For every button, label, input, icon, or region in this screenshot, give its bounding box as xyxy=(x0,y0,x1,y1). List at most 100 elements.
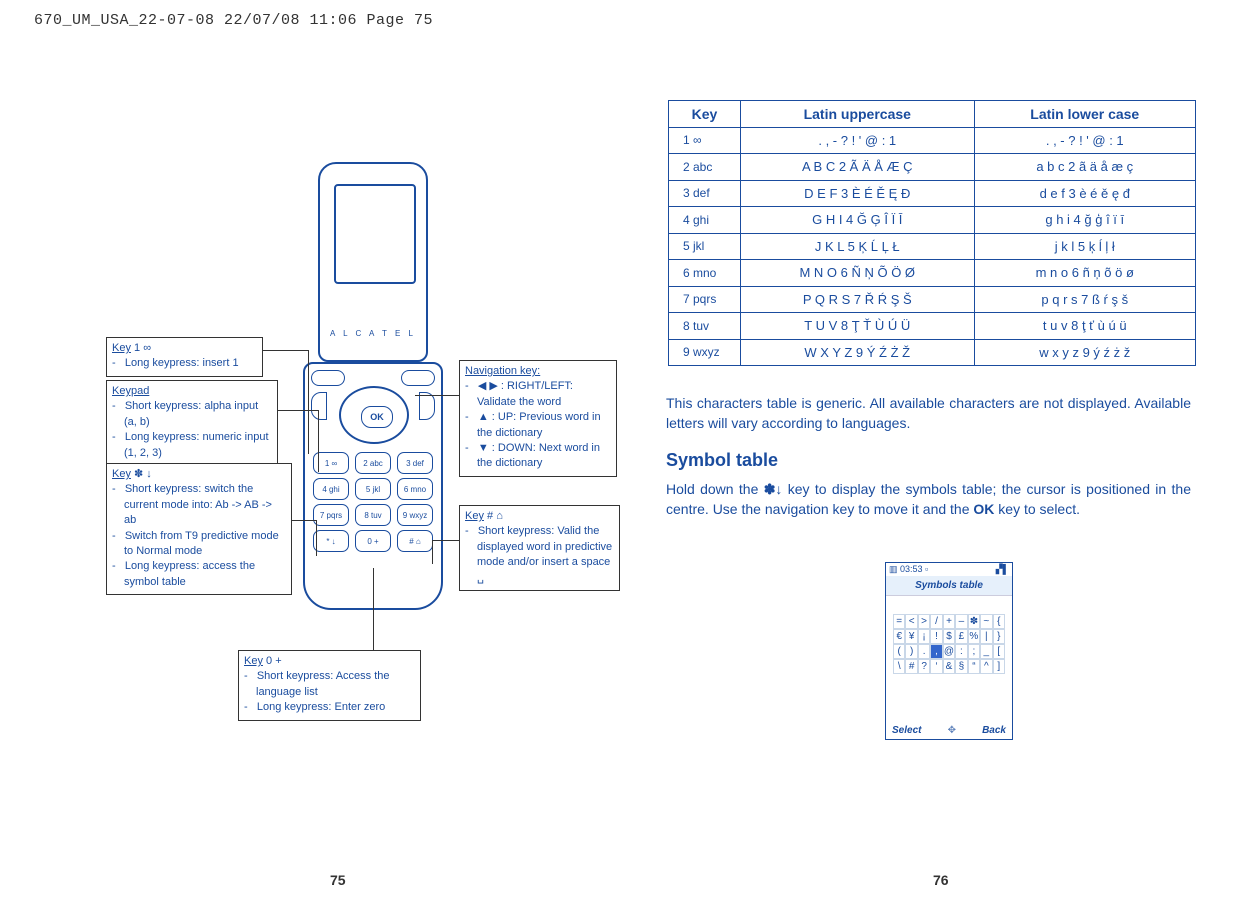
symbol-cell: . xyxy=(918,644,930,659)
leader-line xyxy=(278,410,318,411)
th-key: Key xyxy=(669,101,741,128)
symbol-cell: # xyxy=(905,659,917,674)
ok-key-icon: OK xyxy=(973,501,994,517)
key-star: * ↓ xyxy=(313,530,349,552)
page-75: A L C A T E L 1 ∞ 2 abc 3 def 4 ghi 5 jk… xyxy=(0,60,623,922)
star-key-icon: ✽↓ xyxy=(764,481,783,497)
symbols-grid: =<>/+–✽~{€¥¡!$£%|}().,@:;_[\#?‘&§“^] xyxy=(893,614,1005,674)
leader-line xyxy=(318,410,319,472)
symbol-cell: = xyxy=(893,614,905,629)
key-icon: # ⌂ xyxy=(487,510,503,522)
symbol-cell: ( xyxy=(893,644,905,659)
symbol-cell: ] xyxy=(993,659,1005,674)
mini-title: Symbols table xyxy=(886,576,1012,596)
symbol-cell: ¡ xyxy=(918,629,930,644)
key-6: 6 mno xyxy=(397,478,433,500)
symbol-cell: “ xyxy=(968,659,980,674)
table-cell: g h i 4 ğ ģ î ï ī xyxy=(974,207,1195,234)
mini-status-bar: ▥ 03:53 ▫ ▞▌ xyxy=(886,563,1012,576)
symbol-cell: £ xyxy=(955,629,967,644)
callout-item: ▼ : DOWN: Next word in the dictionary xyxy=(465,441,611,472)
signal-icon: ▞▌ xyxy=(996,564,1009,575)
key-2: 2 abc xyxy=(355,452,391,474)
table-cell: 9 wxyz xyxy=(669,339,741,366)
callout-navigation-key: Navigation key: ◀ ▶ : RIGHT/LEFT: Valida… xyxy=(459,360,617,477)
symbol-cell: : xyxy=(955,644,967,659)
callout-keypad: Keypad Short keypress: alpha input (a, b… xyxy=(106,380,278,466)
softkey-back: Back xyxy=(982,725,1006,736)
callout-title: Key xyxy=(112,468,131,480)
symbol-cell: / xyxy=(930,614,942,629)
callout-item: Short keypress: Valid the displayed word… xyxy=(465,524,614,586)
symbol-cell: } xyxy=(993,629,1005,644)
symbol-cell: \ xyxy=(893,659,905,674)
table-cell: m n o 6 ñ ņ õ ö ø xyxy=(974,260,1195,287)
characters-table: Key Latin uppercase Latin lower case 1 ∞… xyxy=(668,100,1196,366)
table-cell: 2 abc xyxy=(669,154,741,181)
th-lower: Latin lower case xyxy=(974,101,1195,128)
symbol-cell: [ xyxy=(993,644,1005,659)
symbol-cell: ? xyxy=(918,659,930,674)
table-cell: A B C 2 Ã Ä Å Æ Ç xyxy=(741,154,975,181)
symbol-cell: & xyxy=(943,659,955,674)
callout-title: Navigation key: xyxy=(465,365,540,377)
table-cell: G H I 4 Ğ Ģ Î Ï Ī xyxy=(741,207,975,234)
callout-zero-key: Key 0 + Short keypress: Access the langu… xyxy=(238,650,421,721)
callout-key-1: Key 1 ∞ Long keypress: insert 1 xyxy=(106,337,263,377)
key-5: 5 jkl xyxy=(355,478,391,500)
table-cell: w x y z 9 ý ź ż ž xyxy=(974,339,1195,366)
callout-item: Long keypress: Enter zero xyxy=(244,700,415,715)
symbol-cell: , xyxy=(930,644,942,659)
symbol-cell: – xyxy=(955,614,967,629)
table-cell: t u v 8 ţ ť ù ú ü xyxy=(974,313,1195,340)
symbol-cell: ‘ xyxy=(930,659,942,674)
callout-item: Short keypress: Access the language list xyxy=(244,669,415,700)
mini-time: ▥ 03:53 ▫ xyxy=(889,564,928,575)
symbol-cell: + xyxy=(943,614,955,629)
callout-title: Key xyxy=(112,342,131,354)
callout-item: ◀ ▶ : RIGHT/LEFT: Validate the word xyxy=(465,379,611,410)
symbol-cell: ; xyxy=(968,644,980,659)
symbol-cell: ~ xyxy=(980,614,992,629)
paragraph-symbol-table: Hold down the ✽↓ key to display the symb… xyxy=(666,479,1191,520)
key-8: 8 tuv xyxy=(355,504,391,526)
table-cell: W X Y Z 9 Ý Ź Ż Ž xyxy=(741,339,975,366)
symbol-cell: _ xyxy=(980,644,992,659)
symbol-cell: | xyxy=(980,629,992,644)
page-number-76: 76 xyxy=(933,872,949,888)
print-header: 670_UM_USA_22-07-08 22/07/08 11:06 Page … xyxy=(34,12,433,29)
table-cell: 8 tuv xyxy=(669,313,741,340)
phone-illustration: A L C A T E L 1 ∞ 2 abc 3 def 4 ghi 5 jk… xyxy=(300,162,447,622)
heading-symbol-table: Symbol table xyxy=(666,450,778,471)
para-text: key to select. xyxy=(994,501,1080,517)
table-cell: 7 pqrs xyxy=(669,286,741,313)
table-cell: p q r s 7 ß ŕ ş š xyxy=(974,286,1195,313)
key-4: 4 ghi xyxy=(313,478,349,500)
callout-item: Short keypress: switch the current mode … xyxy=(112,482,286,528)
key-hash: # ⌂ xyxy=(397,530,433,552)
leader-line xyxy=(432,540,459,541)
callout-item: Long keypress: insert 1 xyxy=(112,356,257,371)
phone-brand: A L C A T E L xyxy=(320,329,426,338)
symbol-cell: € xyxy=(893,629,905,644)
symbol-cell: % xyxy=(968,629,980,644)
callout-title: Key xyxy=(465,510,484,522)
table-cell: 6 mno xyxy=(669,260,741,287)
paragraph-note: This characters table is generic. All av… xyxy=(666,393,1191,434)
table-cell: d e f 3 è é ě ę đ xyxy=(974,180,1195,207)
side-key-left xyxy=(311,392,327,420)
keypad: 1 ∞ 2 abc 3 def 4 ghi 5 jkl 6 mno 7 pqrs… xyxy=(313,452,433,552)
softkey-left xyxy=(311,370,345,386)
symbol-cell: @ xyxy=(943,644,955,659)
table-cell: j k l 5 ķ ĺ ļ ł xyxy=(974,233,1195,260)
callout-item: Long keypress: numeric input (1, 2, 3) xyxy=(112,430,272,461)
symbol-cell: ✽ xyxy=(968,614,980,629)
symbol-cell: § xyxy=(955,659,967,674)
callout-title: Keypad xyxy=(112,385,149,397)
table-cell: . , - ? ! ' @ : 1 xyxy=(974,127,1195,154)
callout-hash-key: Key # ⌂ Short keypress: Valid the displa… xyxy=(459,505,620,591)
key-3: 3 def xyxy=(397,452,433,474)
leader-line xyxy=(432,540,433,564)
callout-item: ▲ : UP: Previous word in the dictionary xyxy=(465,410,611,441)
mini-softkeys: Select ✥ Back xyxy=(886,725,1012,736)
